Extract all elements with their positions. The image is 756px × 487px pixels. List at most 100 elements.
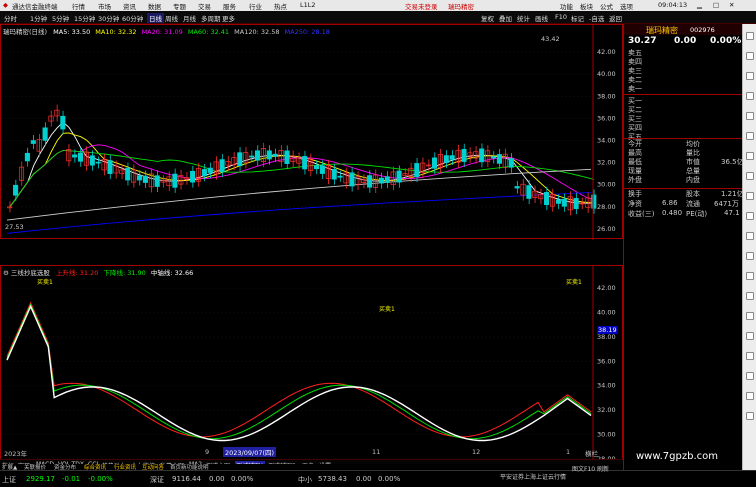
candle-body [272,153,278,157]
candle-body [125,167,131,181]
side-tool-icon[interactable] [746,352,754,360]
period-15min[interactable]: 15分钟 [74,13,95,23]
sh-index-label[interactable]: 上证 [2,475,16,485]
menu-sector[interactable]: 板块 [580,1,593,11]
extra-label: 净资 [628,200,642,208]
period-more[interactable]: 更多 [222,13,235,23]
side-tool-icon[interactable] [746,412,754,420]
extra-value: 0.480 [662,209,683,217]
remove-watchlist-button[interactable]: -自选 [589,13,604,23]
indicator-line [6,303,592,440]
period-60min[interactable]: 60分钟 [122,13,143,23]
menu-data[interactable]: 数据 [148,1,161,11]
candle-body [190,170,196,183]
side-tool-icon[interactable] [746,92,754,100]
low-price-mark: 27.53 [5,223,24,231]
broker-info: 平安证券上海上证云行情 [500,474,567,481]
candle-body [573,198,579,210]
side-tool-icon[interactable] [746,272,754,280]
period-1min[interactable]: 1分钟 [30,13,47,23]
period-weekly[interactable]: 周线 [165,13,178,23]
stats-button[interactable]: 统计 [517,13,530,23]
last-price: 30.27 [628,36,657,46]
mark-button[interactable]: 标记 [571,13,584,23]
menu-options[interactable]: 选项 [620,1,633,11]
candle-body [461,148,467,162]
menu-l1l2[interactable]: L1L2 [300,1,316,9]
close-icon[interactable]: ✕ [729,1,734,9]
period-5min[interactable]: 5分钟 [52,13,69,23]
candle-body [414,163,420,178]
zx-index-label[interactable]: 中小 [298,475,312,485]
expand-toggle[interactable]: 横栏 [585,448,598,458]
menu-formula[interactable]: 公式 [600,1,613,11]
candle-body [107,160,113,174]
trade-login-link[interactable]: 交易未登录 [405,1,438,11]
side-tool-icon[interactable] [746,112,754,120]
kline-chart-panel[interactable]: 42.00 40.00 38.00 36.00 34.00 32.00 30.00 28.00… [0,24,624,240]
clock-text: 09:04:13 [658,1,688,9]
period-multi[interactable]: 多周期 [201,13,221,23]
y-tick-label: 42.00 [597,284,616,292]
menu-quote[interactable]: 行情 [72,1,85,11]
menu-trade[interactable]: 交易 [198,1,211,11]
candle-body [77,152,84,162]
side-tool-icon[interactable] [746,52,754,60]
sz-index-label[interactable]: 深证 [150,475,164,485]
signal-label: 买卖1 [379,306,395,313]
side-tool-icon[interactable] [746,372,754,380]
side-tool-icon[interactable] [746,392,754,400]
overlay-button[interactable]: 叠加 [499,13,512,23]
menu-service[interactable]: 服务 [223,1,236,11]
indicator-chart-panel[interactable]: 42.0040.0038.0036.0034.0032.0030.0028.00… [0,265,624,471]
side-tool-icon[interactable] [746,172,754,180]
x-axis-label: 2023年 [4,450,28,458]
back-button[interactable]: 返回 [609,13,622,23]
kline-chart[interactable]: 42.00 40.00 38.00 36.00 34.00 32.00 30.00 28.00… [1,25,624,240]
ma60-label: MA60: 32.41 [187,28,230,36]
y-tick-label: 38.00 [597,92,616,100]
fall-line-label: 下降线: 31.90 [103,269,146,277]
side-tool-icon[interactable] [746,252,754,260]
side-tool-icon[interactable] [746,72,754,80]
y-tick-label: 30.00 [597,181,616,189]
side-tool-icon[interactable] [746,132,754,140]
side-tool-icon[interactable] [746,312,754,320]
candle-body [249,155,255,158]
fuquan-button[interactable]: 复权 [481,13,494,23]
signal-label: 买卖1 [37,279,53,286]
sz-index-value: 9116.44 [172,475,201,483]
period-daily[interactable]: 日线 [147,13,164,23]
side-tool-icon[interactable] [746,292,754,300]
period-minute[interactable]: 分时 [4,13,17,23]
minimize-icon[interactable]: ▁ [697,1,702,9]
menu-hot[interactable]: 热点 [274,1,287,11]
candle-body [449,155,455,160]
period-monthly[interactable]: 月线 [183,13,196,23]
menu-news[interactable]: 资讯 [123,1,136,11]
maximize-icon[interactable]: □ [713,1,719,9]
watermark: www.7gpzb.com [636,451,718,462]
side-tool-icon[interactable] [746,32,754,40]
ma-line [9,132,595,208]
side-tool-icon[interactable] [746,192,754,200]
sh-index-change: -0.01 [62,475,81,483]
ma120-line [6,168,592,221]
side-tool-icon[interactable] [746,212,754,220]
indicator-gear-icon[interactable]: ⚙ [3,269,9,277]
candle-body [479,148,485,163]
f10-refresh[interactable]: 图文F10 刷新 [572,464,609,473]
draw-button[interactable]: 画线 [535,13,548,23]
f10-button[interactable]: F10 [555,13,567,21]
period-30min[interactable]: 30分钟 [98,13,119,23]
side-tool-icon[interactable] [746,232,754,240]
indicator-chart[interactable]: 42.0040.0038.0036.0034.0032.0030.0028.00 [1,266,624,471]
side-tool-icon[interactable] [746,332,754,340]
menu-topic[interactable]: 专题 [173,1,186,11]
market-value: 36.5亿 [721,158,744,166]
price-change: 0.00 [674,36,697,46]
menu-function[interactable]: 功能 [560,1,573,11]
menu-industry[interactable]: 行业 [249,1,262,11]
side-tool-icon[interactable] [746,152,754,160]
menu-market[interactable]: 市场 [98,1,111,11]
